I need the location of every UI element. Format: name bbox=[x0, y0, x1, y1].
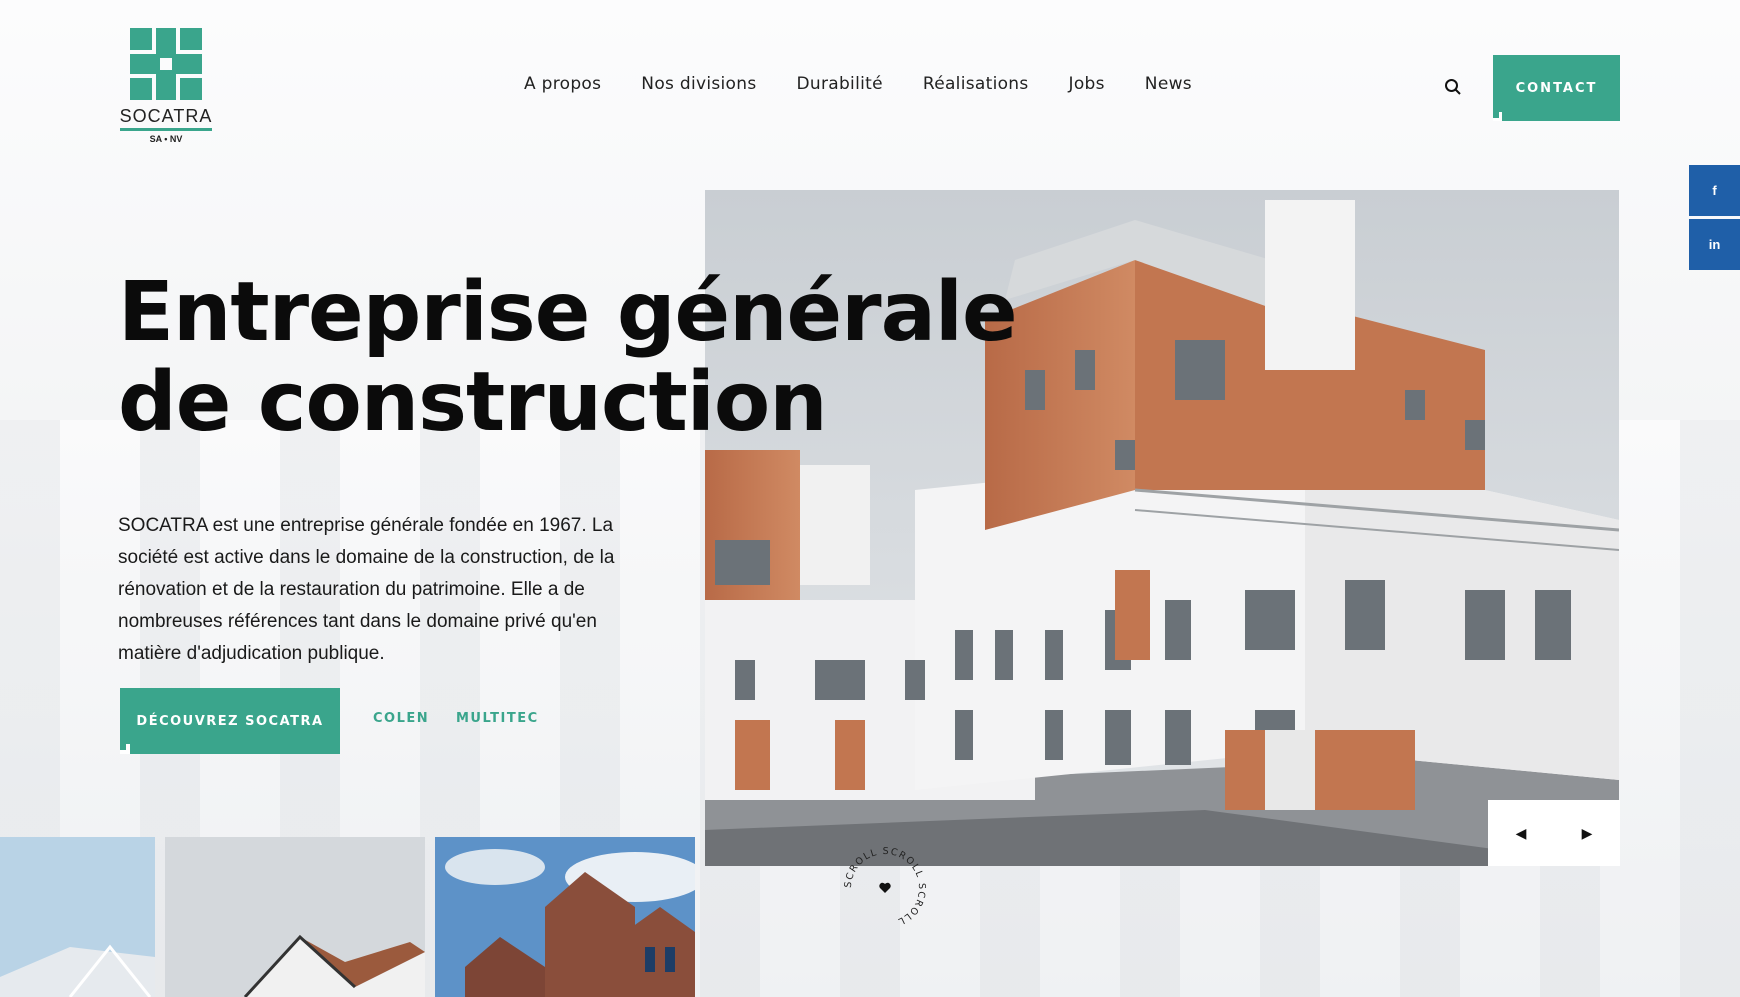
nav-item-nos-divisions[interactable]: Nos divisions bbox=[641, 74, 756, 94]
linkedin-button[interactable]: in bbox=[1689, 219, 1740, 270]
hero-title: Entreprise générale de construction bbox=[118, 268, 1018, 448]
main-navigation: A propos Nos divisions Durabilité Réalis… bbox=[524, 74, 1192, 94]
hero-title-line-2: de construction bbox=[118, 355, 828, 450]
heart-icon bbox=[879, 882, 891, 893]
logo-wordmark: SOCATRA bbox=[119, 106, 213, 126]
facebook-icon: f bbox=[1712, 183, 1717, 198]
facebook-button[interactable]: f bbox=[1689, 165, 1740, 216]
nav-item-a-propos[interactable]: A propos bbox=[524, 74, 601, 94]
nav-item-durabilite[interactable]: Durabilité bbox=[797, 74, 883, 94]
discover-socatra-button[interactable]: DÉCOUVREZ SOCATRA bbox=[120, 688, 340, 754]
socatra-logo[interactable]: SOCATRA SA • NV bbox=[118, 28, 214, 146]
scroll-indicator[interactable]: SCROLL SCROLL SCROLL bbox=[840, 843, 930, 933]
search-icon[interactable] bbox=[1444, 78, 1462, 96]
contact-button-notch bbox=[1493, 112, 1502, 121]
linkedin-icon: in bbox=[1708, 237, 1721, 252]
multitec-link[interactable]: MULTITEC bbox=[456, 711, 539, 726]
logo-subtitle: SA • NV bbox=[149, 134, 183, 144]
project-thumbnail-2[interactable] bbox=[165, 837, 425, 997]
colen-link[interactable]: COLEN bbox=[373, 711, 429, 726]
slider-controls: ◀ ▶ bbox=[1488, 800, 1620, 866]
contact-button[interactable]: CONTACT bbox=[1493, 55, 1620, 121]
nav-item-news[interactable]: News bbox=[1145, 74, 1192, 94]
cta-button-notch bbox=[120, 744, 130, 754]
hero-title-line-1: Entreprise générale bbox=[118, 265, 1018, 360]
project-thumbnail-1[interactable] bbox=[0, 837, 155, 997]
hero-description: SOCATRA est une entreprise générale fond… bbox=[118, 515, 615, 664]
nav-item-realisations[interactable]: Réalisations bbox=[923, 74, 1029, 94]
logo-underline bbox=[120, 128, 212, 131]
project-thumbnail-3[interactable] bbox=[435, 837, 695, 997]
logo-mark-icon bbox=[130, 28, 202, 100]
caret-left-icon[interactable]: ◀ bbox=[1488, 800, 1554, 866]
nav-item-jobs[interactable]: Jobs bbox=[1069, 74, 1105, 94]
caret-right-icon[interactable]: ▶ bbox=[1554, 800, 1620, 866]
